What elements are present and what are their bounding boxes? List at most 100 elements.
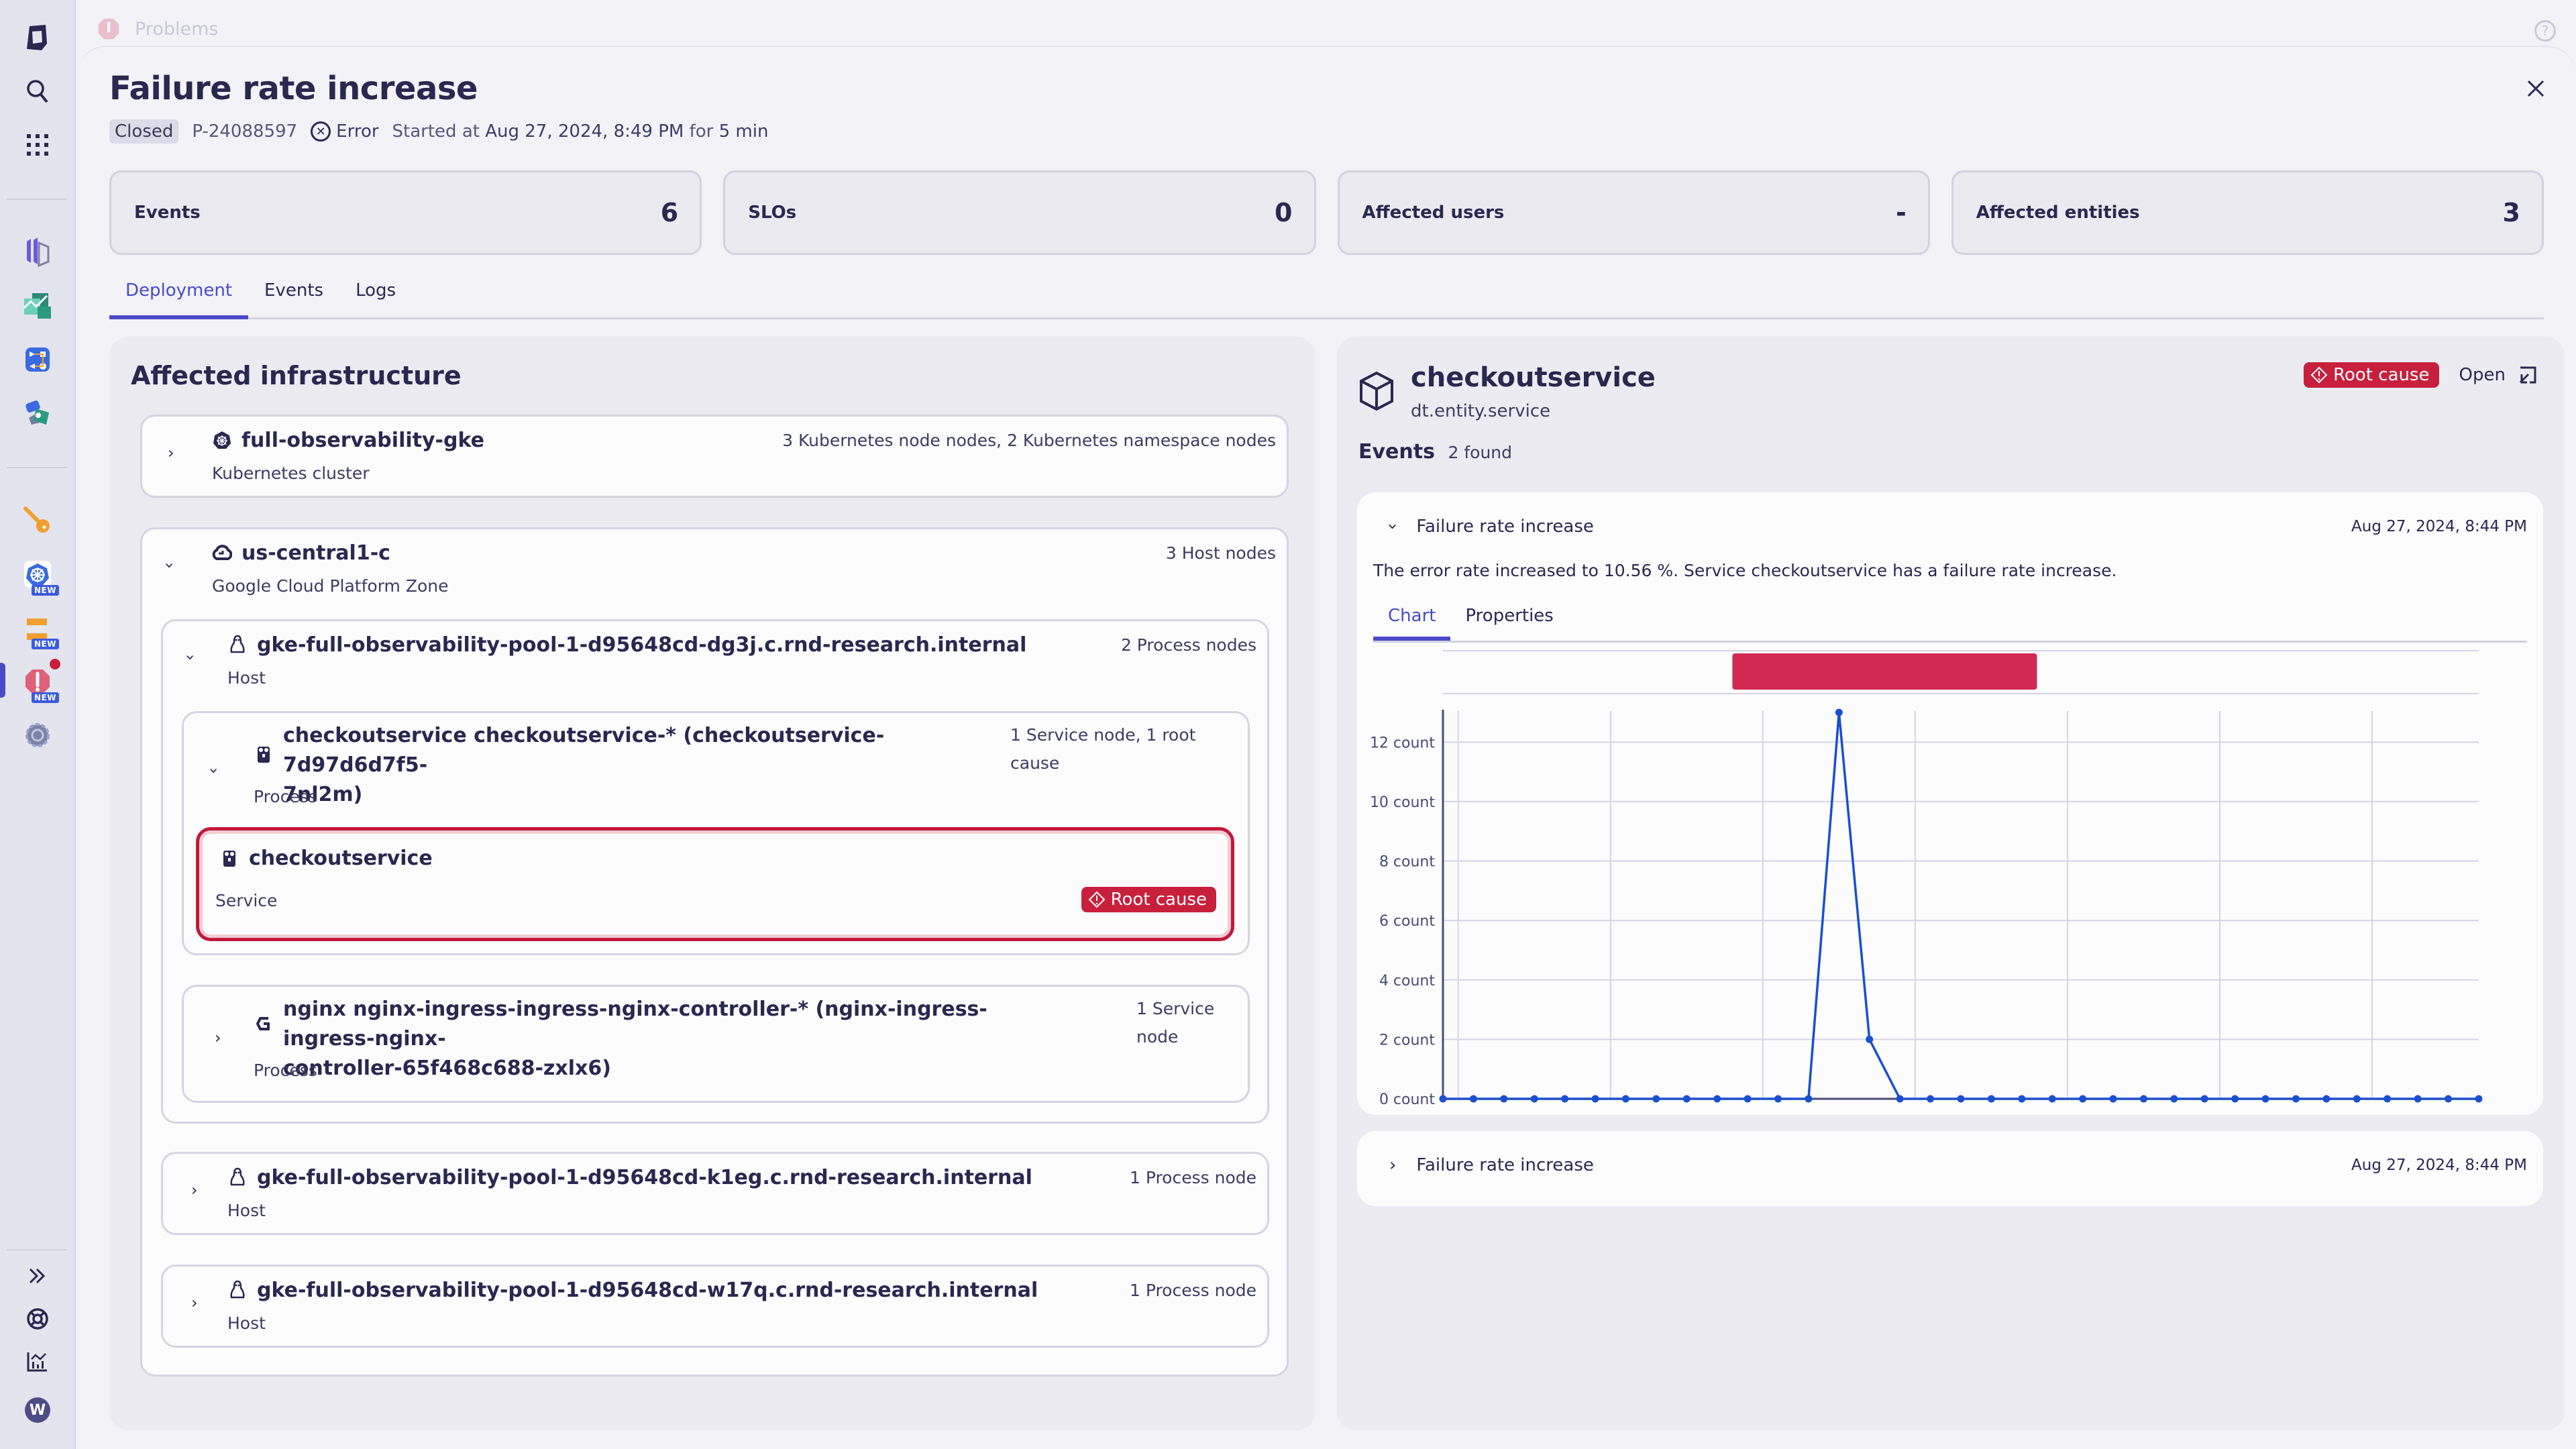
tab-properties[interactable]: Properties [1450, 600, 1568, 641]
app-title: Problems [135, 18, 219, 40]
data-point [1530, 1095, 1538, 1103]
help-circle-icon[interactable]: ? [2534, 20, 2556, 42]
stat-card-slos[interactable]: SLOs 0 [723, 170, 1316, 255]
chevron-right-icon[interactable]: › [191, 1181, 198, 1199]
node-count-text: cause [1010, 753, 1060, 773]
y-tick-label: 8 count [1379, 854, 1435, 871]
node-name: gke-full-observability-pool-1-d95648cd-w… [227, 1276, 1038, 1305]
data-point [1439, 1095, 1447, 1103]
stat-label: Events [134, 203, 201, 223]
node-type: Process [254, 787, 317, 806]
data-point [2231, 1095, 2239, 1103]
event-header[interactable]: › Failure rate increase Aug 27, 2024, 8:… [1389, 1155, 2527, 1175]
double-chevron-right-icon[interactable] [20, 1258, 55, 1293]
tab-logs[interactable]: Logs [339, 272, 412, 319]
problem-alert-icon[interactable]: NEW [20, 659, 60, 703]
key-icon[interactable] [20, 503, 55, 538]
node-name: gke-full-observability-pool-1-d95648cd-k… [227, 1163, 1032, 1193]
data-point [1774, 1095, 1782, 1103]
event-tabs: Chart Properties [1373, 600, 2527, 643]
stacked-cubes-icon[interactable] [20, 235, 55, 270]
data-point [2383, 1095, 2392, 1103]
data-point [2079, 1095, 2087, 1103]
problem-meta: Closed P-24088597 ✕ Error Started at Aug… [109, 119, 768, 144]
chevron-right-icon[interactable]: › [1389, 1155, 1396, 1175]
chevron-right-icon[interactable]: › [168, 443, 174, 462]
gear-icon[interactable] [20, 718, 55, 753]
stat-label: Affected entities [1976, 203, 2140, 223]
grid-icon[interactable] [20, 127, 55, 162]
tree-node-zone[interactable]: › us-central1-c Google Cloud Platform Zo… [140, 527, 1289, 1377]
tab-events[interactable]: Events [248, 272, 339, 319]
kubernetes-icon[interactable]: NEW [20, 557, 59, 596]
stat-value: 0 [1275, 198, 1293, 227]
event-header[interactable]: › Failure rate increase Aug 27, 2024, 8:… [1383, 517, 2527, 537]
stat-card-affected-entities[interactable]: Affected entities 3 [1951, 170, 2544, 255]
node-name: full-observability-gke [212, 426, 484, 455]
stat-value: 3 [2502, 198, 2520, 227]
data-point [1713, 1095, 1721, 1103]
dynatrace-logo-icon[interactable] [20, 20, 55, 55]
bar-chart-icon[interactable] [20, 1344, 55, 1379]
stat-card-events[interactable]: Events 6 [109, 170, 702, 255]
tab-chart[interactable]: Chart [1373, 600, 1451, 641]
duration: 5 min [718, 121, 769, 142]
y-tick-label: 4 count [1379, 973, 1435, 989]
chevron-down-icon[interactable]: › [181, 654, 200, 661]
y-tick-label: 6 count [1379, 913, 1435, 930]
search-icon[interactable] [20, 74, 55, 109]
data-point [1682, 1095, 1690, 1103]
chevron-down-icon[interactable]: › [205, 767, 223, 774]
node-name: nginx nginx-ingress-ingress-nginx-contro… [254, 995, 1059, 1083]
blocks-icon[interactable]: NEW [20, 610, 59, 649]
entity-actions: Root cause Open [2304, 362, 2538, 388]
tree-node-host[interactable]: › gke-full-observability-pool-1-d95648cd… [161, 619, 1269, 1124]
chevron-down-icon[interactable]: › [1383, 523, 1403, 530]
tree-node-host[interactable]: › gke-full-observability-pool-1-d95648cd… [161, 1265, 1269, 1348]
tree-node-process[interactable]: › nginx nginx-ingress-ingress-nginx-cont… [182, 985, 1250, 1103]
node-count: 1 Service node, 1 root cause [1010, 721, 1195, 777]
node-name-text: checkoutservice checkoutservice-* (check… [283, 724, 885, 777]
started-info: Started at Aug 27, 2024, 8:49 PM for 5 m… [392, 121, 769, 142]
cloud-icon [212, 543, 232, 563]
root-cause-badge: Root cause [1081, 887, 1216, 912]
close-button[interactable] [2522, 76, 2549, 103]
node-type: Google Cloud Platform Zone [212, 576, 449, 596]
data-point [2353, 1095, 2361, 1103]
avatar[interactable]: W [20, 1393, 55, 1428]
linux-icon [227, 1167, 248, 1187]
chevron-down-icon[interactable]: › [160, 562, 179, 569]
event-time: Aug 27, 2024, 8:44 PM [2351, 1157, 2527, 1174]
lifebuoy-icon[interactable] [20, 1301, 55, 1336]
tree-node-host[interactable]: › gke-full-observability-pool-1-d95648cd… [161, 1152, 1269, 1235]
new-badge: NEW [32, 692, 59, 703]
event-title: Failure rate increase [1416, 1155, 1594, 1175]
tree-node-process[interactable]: › checkoutservice checkoutservice-* (che… [182, 711, 1250, 955]
tab-deployment[interactable]: Deployment [109, 272, 249, 319]
node-name: us-central1-c [212, 539, 390, 568]
chevron-right-icon[interactable]: › [215, 1028, 221, 1047]
node-type: Host [227, 1313, 266, 1333]
entity-detail-panel: checkoutservice dt.entity.service Root c… [1337, 337, 2565, 1430]
shapes-icon[interactable] [20, 396, 55, 431]
event-card[interactable]: › Failure rate increase Aug 27, 2024, 8:… [1357, 1131, 2543, 1206]
stat-label: SLOs [748, 203, 797, 223]
data-point [1805, 1095, 1813, 1103]
active-indicator [0, 663, 5, 698]
tree-node-cluster[interactable]: › full-observability-gke Kubernetes clus… [140, 415, 1289, 498]
chevron-right-icon[interactable]: › [191, 1293, 198, 1312]
stats-row: Events 6 SLOs 0 Affected users - Affecte… [109, 170, 2544, 255]
tree-node-service-root-cause[interactable]: checkoutservice Service Root cause [196, 827, 1234, 941]
data-point [1957, 1095, 1965, 1103]
sidebar-divider [7, 467, 67, 468]
page-title: Failure rate increase [109, 70, 478, 107]
dashboard-chart-icon[interactable] [20, 288, 55, 323]
data-point [2414, 1095, 2422, 1103]
node-name-text: 7nl2m) [283, 783, 363, 806]
stat-card-affected-users[interactable]: Affected users - [1337, 170, 1930, 255]
data-point [1896, 1095, 1904, 1103]
node-type: Host [227, 1201, 266, 1220]
workflow-icon[interactable] [20, 342, 55, 377]
open-button[interactable]: Open [2459, 365, 2538, 385]
problem-id: P-24088597 [192, 121, 298, 142]
